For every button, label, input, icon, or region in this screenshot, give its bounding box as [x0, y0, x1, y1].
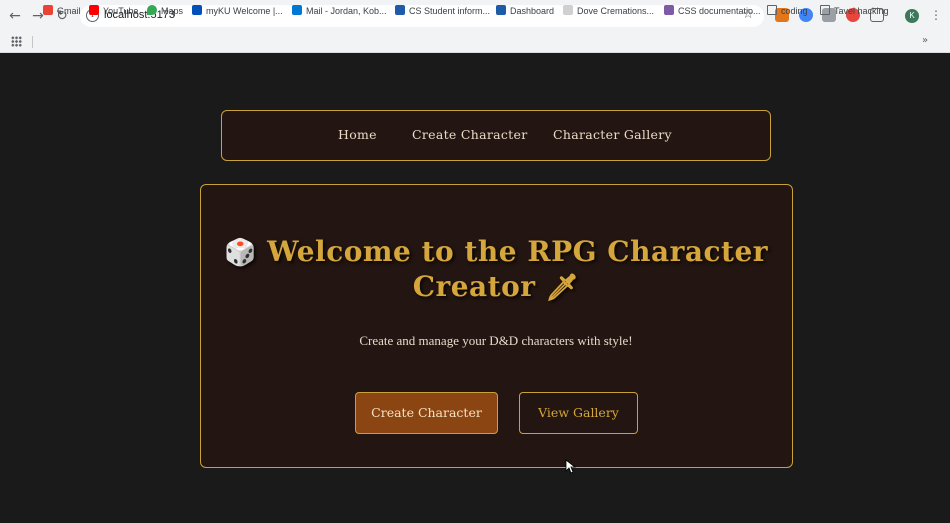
ku-icon: [395, 5, 405, 15]
dice-icon: 🎲: [223, 238, 257, 268]
main-nav: Home Create Character Character Gallery: [221, 110, 771, 161]
bookmark-folder-travel[interactable]: Tavel hacking: [820, 4, 889, 18]
bookmark-dove-cremations[interactable]: Dove Cremations...: [563, 4, 654, 18]
css-icon: [664, 5, 674, 15]
mouse-pointer-icon: [565, 459, 577, 474]
nav-create-character[interactable]: Create Character: [412, 127, 527, 142]
bookmark-dashboard[interactable]: Dashboard: [496, 4, 554, 18]
page-title: 🎲 Welcome to the RPG Character Creator 🗡: [223, 235, 769, 303]
bookmarks-bar: [0, 31, 950, 53]
nav-home[interactable]: Home: [338, 127, 377, 142]
bookmark-folder-coding[interactable]: coding: [767, 4, 808, 18]
bookmark-mail[interactable]: Mail - Jordan, Kob...: [292, 4, 387, 18]
apps-icon[interactable]: [11, 36, 22, 47]
bookmark-cs-student[interactable]: CS Student inform...: [395, 4, 490, 18]
bookmark-maps[interactable]: Maps: [147, 4, 183, 18]
view-gallery-button[interactable]: View Gallery: [519, 392, 638, 434]
back-icon[interactable]: ←: [6, 7, 24, 25]
myku-icon: [192, 5, 202, 15]
divider: [32, 36, 33, 48]
bookmark-css-docs[interactable]: CSS documentatio...: [664, 4, 761, 18]
sword-icon: 🗡: [545, 273, 580, 303]
bookmark-youtube[interactable]: YouTube: [89, 4, 138, 18]
create-character-button[interactable]: Create Character: [355, 392, 498, 434]
menu-icon[interactable]: ⋮: [930, 8, 942, 22]
profile-avatar[interactable]: K: [905, 9, 919, 23]
ku-icon: [496, 5, 506, 15]
app-page: Home Create Character Character Gallery …: [0, 54, 950, 523]
nav-character-gallery[interactable]: Character Gallery: [553, 127, 672, 142]
folder-icon: [820, 5, 830, 15]
folder-icon: [767, 5, 777, 15]
dove-icon: [563, 5, 573, 15]
maps-icon: [147, 5, 157, 15]
bookmark-myku[interactable]: myKU Welcome |...: [192, 4, 283, 18]
more-bookmarks-icon[interactable]: »: [922, 35, 928, 46]
subtitle: Create and manage your D&D characters wi…: [359, 333, 633, 348]
gmail-icon: [43, 5, 53, 15]
outlook-icon: [292, 5, 302, 15]
bookmark-gmail[interactable]: Gmail: [43, 4, 81, 18]
youtube-icon: [89, 5, 99, 15]
hero-panel: 🎲 Welcome to the RPG Character Creator 🗡…: [200, 184, 793, 468]
